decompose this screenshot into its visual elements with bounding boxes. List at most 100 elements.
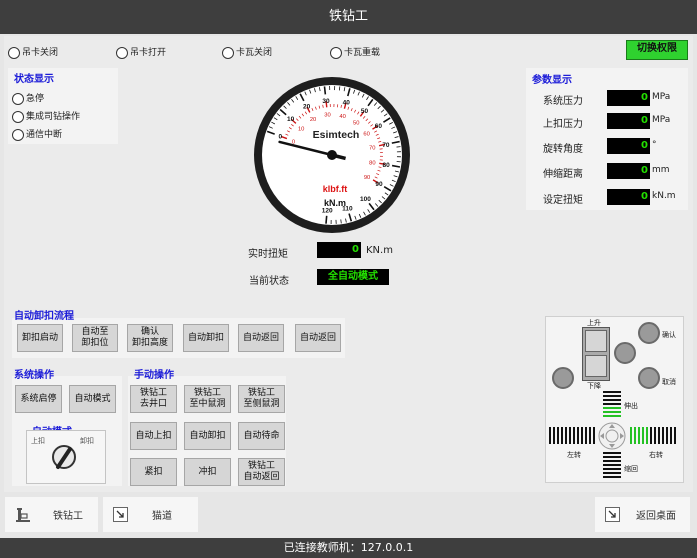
radio-label: 卡瓦重载 <box>344 48 381 58</box>
params-title: 参数显示 <box>532 75 572 86</box>
system-ops-title: 系统操作 <box>14 370 54 381</box>
status-indicator <box>12 110 24 123</box>
status-label: 集成司钻操作 <box>26 112 81 122</box>
param-value: 0 <box>607 189 650 205</box>
param-label: 系统压力 <box>543 96 583 107</box>
nav-return-desktop[interactable]: 返回桌面 <box>595 497 690 532</box>
rotate-left-bar[interactable] <box>549 427 595 444</box>
gauge-outer-label: 20 <box>303 104 311 111</box>
auto-return-button[interactable]: 自动返回 <box>238 324 284 352</box>
status-emergency-stop: 急停 <box>12 91 44 105</box>
ironroughneck-auto-return-button[interactable]: 铁钻工 自动返回 <box>238 458 285 486</box>
gauge-inner-label: 60 <box>363 131 369 137</box>
switch-permission-button[interactable]: 切换权限 <box>626 40 688 60</box>
radio-elevator-close[interactable]: 吊卡关闭 <box>8 45 58 59</box>
unscrew-start-button[interactable]: 卸扣启动 <box>17 324 63 352</box>
current-state-label: 当前状态 <box>249 276 289 287</box>
confirm-circle-button[interactable] <box>638 322 660 344</box>
nav-return-desktop-label: 返回桌面 <box>636 511 676 522</box>
gauge-outer-tick <box>325 215 328 224</box>
cancel-circle-button[interactable] <box>638 367 660 389</box>
auto-makeup-button[interactable]: 自动上扣 <box>130 422 177 450</box>
lift-down-label: 下降 <box>587 382 601 390</box>
center-circle-button[interactable] <box>614 342 636 364</box>
param-value: 0 <box>607 138 650 154</box>
iron-roughneck-icon <box>16 507 30 522</box>
nav-iron-roughneck[interactable]: 铁钻工 <box>5 497 98 532</box>
gauge-outer-label: 0 <box>279 134 283 141</box>
gauge-inner-label: 10 <box>298 126 304 132</box>
gauge-brand: Esimtech <box>313 129 360 141</box>
connection-status: 已连接教师机：127.0.0.1 <box>0 538 697 558</box>
nav-catwalk[interactable]: 猫道 <box>103 497 198 532</box>
ironroughneck-to-mid-mousehole-button[interactable]: 铁钻工 至中鼠洞 <box>184 385 231 413</box>
gauge-inner-label: 80 <box>369 161 375 167</box>
param-value: 0 <box>607 163 650 179</box>
window-title: 铁钻工 <box>0 0 697 34</box>
dpad-icon[interactable] <box>597 421 627 451</box>
status-comm-interrupt: 通信中断 <box>12 127 62 141</box>
lift-down-button[interactable] <box>585 355 607 377</box>
auto-unscrew-button[interactable]: 自动卸扣 <box>183 324 229 352</box>
ironroughneck-to-side-mousehole-button[interactable]: 铁钻工 至侧鼠洞 <box>238 385 285 413</box>
status-label: 急停 <box>26 94 45 104</box>
extend-bar-icon <box>603 391 621 417</box>
gauge-outer-label: 30 <box>322 98 330 105</box>
gauge-inner-label: 90 <box>364 175 370 181</box>
auto-standby-button[interactable]: 自动待命 <box>238 422 285 450</box>
param-value: 0 <box>607 113 650 129</box>
status-integrated-driller: 集成司钻操作 <box>12 109 80 123</box>
param-label: 伸缩距离 <box>543 169 583 180</box>
auto-mode-button[interactable]: 自动模式 <box>69 385 116 413</box>
lift-slider[interactable] <box>582 327 610 381</box>
gauge-outer-label: 90 <box>375 181 383 188</box>
gauge-outer-label: 60 <box>375 123 383 130</box>
param-label: 设定扭矩 <box>543 195 583 206</box>
status-title: 状态显示 <box>14 74 54 85</box>
rotate-right-bar-icon <box>630 427 676 444</box>
mode-knob-icon[interactable] <box>50 443 78 473</box>
rotate-right-bar[interactable] <box>630 427 676 444</box>
extend-bar[interactable] <box>603 391 621 419</box>
radio-slips-close[interactable]: 卡瓦关闭 <box>222 45 272 59</box>
manual-auto-unscrew-button[interactable]: 自动卸扣 <box>184 422 231 450</box>
gauge-unit-knm: kN.m <box>324 198 346 208</box>
lift-up-button[interactable] <box>585 330 607 352</box>
tighten-button[interactable]: 紧扣 <box>130 458 177 486</box>
radio-indicator <box>116 46 128 59</box>
status-label: 通信中断 <box>26 130 63 140</box>
gauge-outer-tick <box>323 86 327 95</box>
confirm-label: 确认 <box>662 331 676 339</box>
realtime-torque-unit: KN.m <box>366 245 393 256</box>
retract-label: 缩回 <box>624 465 638 473</box>
torque-gauge: 0102030 405060708090100110120 0102030 4050… <box>254 77 410 233</box>
auto-to-unscrew-pos-button[interactable]: 自动至 卸扣位 <box>72 324 118 352</box>
auto-return-button-2[interactable]: 自动返回 <box>295 324 341 352</box>
current-state-value: 全自动模式 <box>317 269 389 285</box>
radio-indicator <box>8 46 20 59</box>
nav-iron-roughneck-label: 铁钻工 <box>53 511 83 522</box>
confirm-unscrew-height-button[interactable]: 确认 卸扣高度 <box>127 324 173 352</box>
breakout-button[interactable]: 冲扣 <box>184 458 231 486</box>
retract-bar[interactable] <box>603 452 621 478</box>
gauge-hub <box>327 150 337 160</box>
radio-label: 吊卡关闭 <box>22 48 59 58</box>
param-unit: MPa <box>652 115 671 125</box>
radio-label: 卡瓦关闭 <box>236 48 273 58</box>
gauge-inner-label: 50 <box>353 120 359 126</box>
gauge-outer-label: 100 <box>360 196 371 203</box>
rotate-left-bar-icon <box>549 427 595 444</box>
manual-ops-title: 手动操作 <box>134 370 174 381</box>
radio-indicator <box>330 46 342 59</box>
gauge-inner-label: 20 <box>310 117 316 123</box>
gauge-inner-label: 70 <box>369 145 375 151</box>
mode-right-label: 卸扣 <box>80 437 94 445</box>
ironroughneck-to-wellhead-button[interactable]: 铁钻工 去井口 <box>130 385 177 413</box>
radio-slips-reload[interactable]: 卡瓦重载 <box>330 45 380 59</box>
auto-flow-title: 自动卸扣流程 <box>14 311 74 322</box>
system-start-stop-button[interactable]: 系统启停 <box>15 385 62 413</box>
realtime-torque-value: 0 <box>317 242 361 258</box>
status-indicator <box>12 92 24 105</box>
left-circle-button[interactable] <box>552 367 574 389</box>
radio-elevator-open[interactable]: 吊卡打开 <box>116 45 166 59</box>
